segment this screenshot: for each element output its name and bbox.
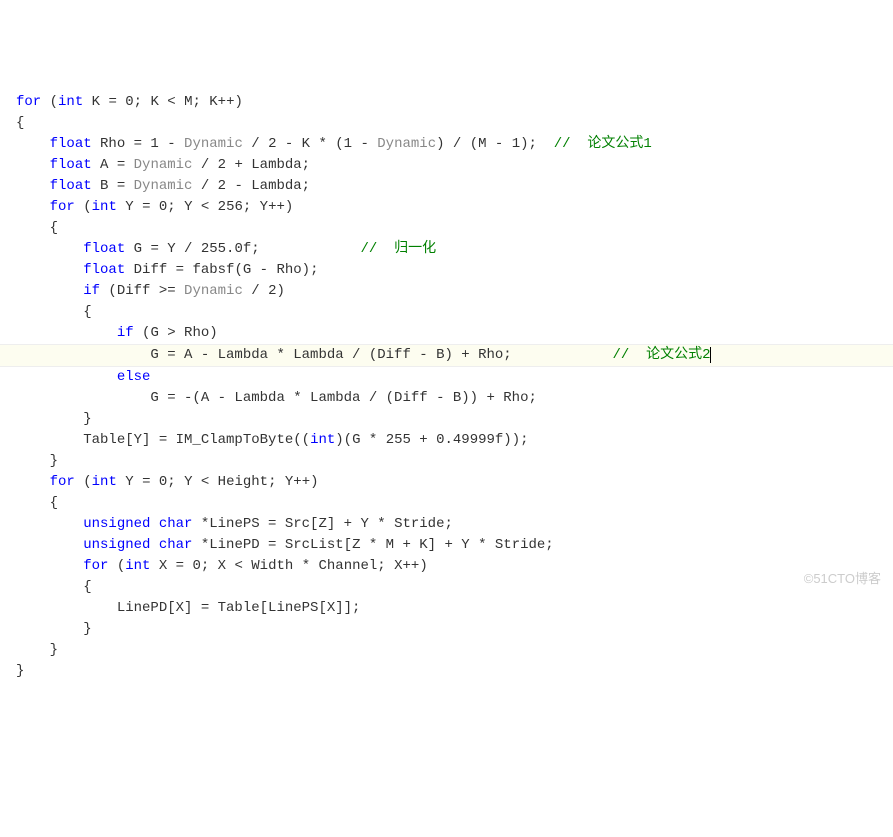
code-line: else [16,367,877,388]
code-block: for (int K = 0; K < M; K++){ float Rho =… [16,92,877,682]
code-line: for (int K = 0; K < M; K++) [16,92,877,113]
keyword-float: float [83,241,125,257]
text-cursor [710,347,711,363]
comment: // 论文公式2 [613,347,711,363]
keyword-unsigned-char: unsigned char [83,537,192,553]
code-line: for (int Y = 0; Y < 256; Y++) [16,197,877,218]
code-line: float Rho = 1 - Dynamic / 2 - K * (1 - D… [16,134,877,155]
code-line: } [16,409,877,430]
comment: // 归一化 [360,241,436,257]
keyword-int: int [92,199,117,215]
code-line: float G = Y / 255.0f; // 归一化 [16,239,877,260]
keyword-unsigned-char: unsigned char [83,516,192,532]
code-line: } [16,451,877,472]
code-line: float Diff = fabsf(G - Rho); [16,260,877,281]
keyword-for: for [83,558,108,574]
code-line: unsigned char *LinePS = Src[Z] + Y * Str… [16,514,877,535]
keyword-float: float [50,157,92,173]
keyword-else: else [117,369,151,385]
code-line: float B = Dynamic / 2 - Lambda; [16,176,877,197]
code-line: } [16,661,877,682]
keyword-for: for [50,199,75,215]
keyword-int: int [125,558,150,574]
keyword-int: int [92,474,117,490]
keyword-for: for [16,94,41,110]
code-line: } [16,619,877,640]
code-line: Table[Y] = IM_ClampToByte((int)(G * 255 … [16,430,877,451]
code-line: for (int Y = 0; Y < Height; Y++) [16,472,877,493]
code-line: { [16,577,877,598]
code-line: } [16,640,877,661]
code-line: { [16,302,877,323]
code-line: LinePD[X] = Table[LinePS[X]]; [16,598,877,619]
comment: // 论文公式1 [554,136,652,152]
code-line: { [16,218,877,239]
code-line: G = -(A - Lambda * Lambda / (Diff - B)) … [16,388,877,409]
keyword-if: if [83,283,100,299]
code-line: { [16,113,877,134]
code-line: float A = Dynamic / 2 + Lambda; [16,155,877,176]
keyword-float: float [83,262,125,278]
code-line: if (G > Rho) [16,323,877,344]
keyword-int: int [58,94,83,110]
code-line: if (Diff >= Dynamic / 2) [16,281,877,302]
code-line: for (int X = 0; X < Width * Channel; X++… [16,556,877,577]
code-line: unsigned char *LinePD = SrcList[Z * M + … [16,535,877,556]
keyword-float: float [50,178,92,194]
keyword-float: float [50,136,92,152]
keyword-if: if [117,325,134,341]
keyword-for: for [50,474,75,490]
code-line: { [16,493,877,514]
highlighted-line: G = A - Lambda * Lambda / (Diff - B) + R… [0,344,893,367]
keyword-int: int [310,432,335,448]
